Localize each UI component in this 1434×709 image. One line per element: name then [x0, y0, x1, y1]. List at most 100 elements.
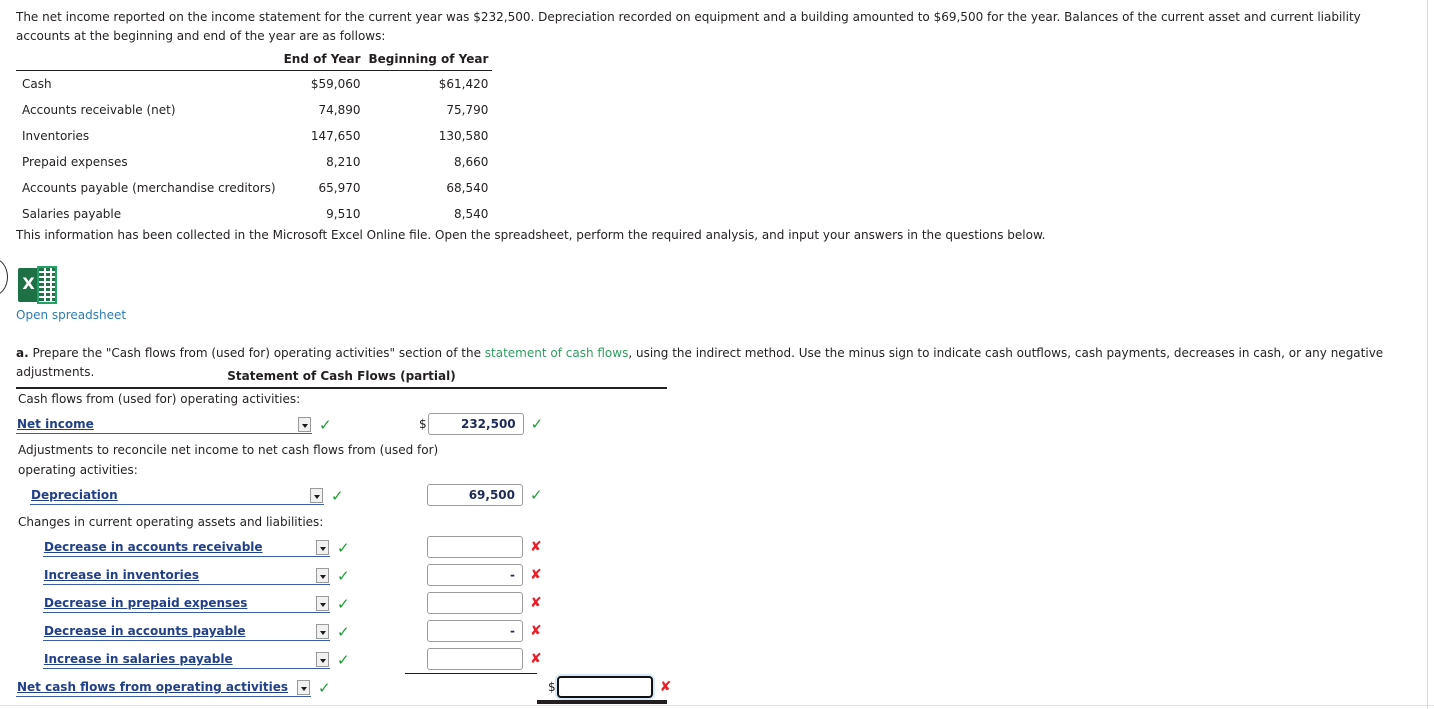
amount-group-increase-salaries-payable: ✘ [419, 647, 542, 671]
table-row: Salaries payable 9,510 8,540 [16, 201, 492, 227]
select-status-icon-correct: ✓ [318, 678, 331, 697]
statement-row-net-income: Net income ✓ [16, 413, 332, 437]
statement-row-decrease-accounts-payable: Decrease in accounts payable ✓ [43, 620, 350, 644]
amount-input-decrease-accounts-receivable[interactable] [427, 536, 523, 558]
table-row: Accounts receivable (net) 74,890 75,790 [16, 97, 492, 123]
row-item-label: Accounts payable (merchandise creditors) [22, 181, 276, 195]
amount-status-icon-incorrect: ✘ [530, 595, 542, 611]
account-select-net-income[interactable]: Net income [16, 416, 312, 434]
account-select-increase-salaries-payable[interactable]: Increase in salaries payable [43, 651, 330, 669]
table-header-row: End of Year Beginning of Year [16, 52, 493, 71]
amount-input-decrease-prepaid-expenses[interactable] [427, 592, 523, 614]
amount-group-decrease-accounts-payable: ✘ [419, 619, 542, 643]
amount-input-net-income[interactable] [427, 413, 524, 435]
excel-icon [18, 266, 58, 304]
amount-status-icon-incorrect: ✘ [530, 539, 542, 555]
statement-of-cash-flows-glossary-link[interactable]: statement of cash flows [485, 346, 629, 360]
account-select-decrease-accounts-payable[interactable]: Decrease in accounts payable [43, 623, 330, 641]
select-status-icon-correct: ✓ [331, 486, 344, 505]
subtotal-rule [405, 673, 537, 674]
row-end-of-year-value: 8,210 [326, 155, 361, 169]
row-item-label: Salaries payable [22, 207, 122, 221]
row-end-of-year-value: 65,970 [318, 181, 361, 195]
table-row: Accounts payable (merchandise creditors)… [16, 175, 492, 201]
amount-input-increase-salaries-payable[interactable] [427, 648, 523, 670]
account-select-value: Decrease in accounts receivable [44, 540, 263, 554]
select-status-icon-correct: ✓ [319, 415, 332, 434]
row-item-label: Cash [22, 77, 52, 91]
intro-paragraph: The net income reported on the income st… [16, 10, 1361, 43]
account-select-value: Increase in inventories [44, 568, 200, 582]
chevron-down-icon[interactable] [298, 417, 311, 432]
amount-group-net-income: $✓ [419, 412, 543, 436]
section-label-operating-activities: Cash flows from (used for) operating act… [18, 392, 301, 406]
chevron-down-icon[interactable] [297, 680, 310, 695]
statement-title-rule [16, 387, 667, 389]
account-select-decrease-accounts-receivable[interactable]: Decrease in accounts receivable [43, 539, 330, 557]
account-select-value: Decrease in prepaid expenses [44, 596, 248, 610]
amount-input-increase-inventories[interactable] [427, 564, 523, 586]
amount-input-depreciation[interactable] [427, 484, 523, 506]
table-row: Inventories 147,650 130,580 [16, 123, 492, 149]
amount-input-decrease-accounts-payable[interactable] [427, 620, 523, 642]
chevron-down-icon[interactable] [316, 596, 329, 611]
account-select-decrease-prepaid-expenses[interactable]: Decrease in prepaid expenses [43, 595, 330, 613]
account-select-net-cash-flows-operating[interactable]: Net cash flows from operating activities [16, 679, 311, 697]
amount-status-icon-correct: ✓ [530, 414, 544, 433]
row-beginning-of-year-value: $61,420 [438, 77, 489, 91]
account-select-value: Decrease in accounts payable [44, 624, 246, 638]
row-beginning-of-year-value: 75,790 [446, 103, 489, 117]
amount-group-decrease-prepaid-expenses: ✘ [419, 591, 542, 615]
open-spreadsheet-button[interactable] [18, 266, 58, 304]
amount-status-icon-correct: ✓ [530, 485, 543, 504]
statement-row-decrease-prepaid-expenses: Decrease in prepaid expenses ✓ [43, 592, 350, 616]
column-header-end-of-year: End of Year [279, 52, 365, 71]
row-item-label: Prepaid expenses [22, 155, 128, 169]
statement-row-increase-inventories: Increase in inventories ✓ [43, 564, 350, 588]
currency-symbol: $ [548, 680, 556, 694]
account-select-value: Net income [17, 417, 94, 431]
excel-online-note: This information has been collected in t… [16, 228, 1046, 242]
open-spreadsheet-link[interactable]: Open spreadsheet [16, 308, 126, 322]
statement-row-decrease-accounts-receivable: Decrease in accounts receivable ✓ [43, 536, 350, 560]
amount-input-net-cash-flows-operating[interactable] [556, 676, 653, 698]
chevron-down-icon[interactable] [316, 568, 329, 583]
account-select-increase-inventories[interactable]: Increase in inventories [43, 567, 330, 585]
row-end-of-year-value: $59,060 [310, 77, 361, 91]
amount-status-icon-incorrect: ✘ [530, 567, 542, 583]
statement-row-depreciation: Depreciation ✓ [30, 484, 344, 508]
account-select-value: Depreciation [31, 488, 118, 502]
page-bottom-border [0, 705, 1434, 706]
changes-label: Changes in current operating assets and … [18, 515, 324, 529]
amount-group-decrease-accounts-receivable: ✘ [419, 535, 542, 559]
balances-table: End of Year Beginning of Year Cash $59,06… [16, 52, 493, 227]
row-item-label: Accounts receivable (net) [22, 103, 176, 117]
table-row: Cash $59,060 $61,420 [16, 71, 492, 98]
row-beginning-of-year-value: 8,660 [454, 155, 489, 169]
total-double-rule [537, 700, 667, 704]
row-beginning-of-year-value: 68,540 [446, 181, 489, 195]
account-select-value: Net cash flows from operating activities [17, 680, 289, 694]
column-header-item [16, 52, 280, 71]
chevron-down-icon[interactable] [316, 624, 329, 639]
amount-group-increase-inventories: ✘ [419, 563, 542, 587]
amount-group-net-cash-flows-operating: $ ✘ [548, 675, 671, 699]
select-status-icon-correct: ✓ [337, 538, 350, 557]
chevron-down-icon[interactable] [316, 652, 329, 667]
chevron-down-icon[interactable] [316, 540, 329, 555]
requirement-a-label: a. [16, 346, 29, 360]
row-beginning-of-year-value: 8,540 [454, 207, 489, 221]
requirement-a-text-before: Prepare the "Cash flows from (used for) … [32, 346, 485, 360]
statement-row-net-cash-flows-operating: Net cash flows from operating activities… [16, 676, 331, 700]
amount-status-icon-incorrect: ✘ [659, 679, 672, 695]
row-end-of-year-value: 147,650 [310, 129, 361, 143]
statement-row-increase-salaries-payable: Increase in salaries payable ✓ [43, 648, 350, 672]
account-select-value: Increase in salaries payable [44, 652, 233, 666]
amount-status-icon-incorrect: ✘ [530, 623, 542, 639]
amount-group-depreciation: ✓ [419, 483, 543, 507]
adjustments-label-line-1: Adjustments to reconcile net income to n… [18, 443, 439, 457]
chevron-down-icon[interactable] [310, 488, 323, 503]
account-select-depreciation[interactable]: Depreciation [30, 487, 324, 505]
row-end-of-year-value: 9,510 [326, 207, 361, 221]
adjustments-label-line-2: operating activities: [18, 463, 138, 477]
